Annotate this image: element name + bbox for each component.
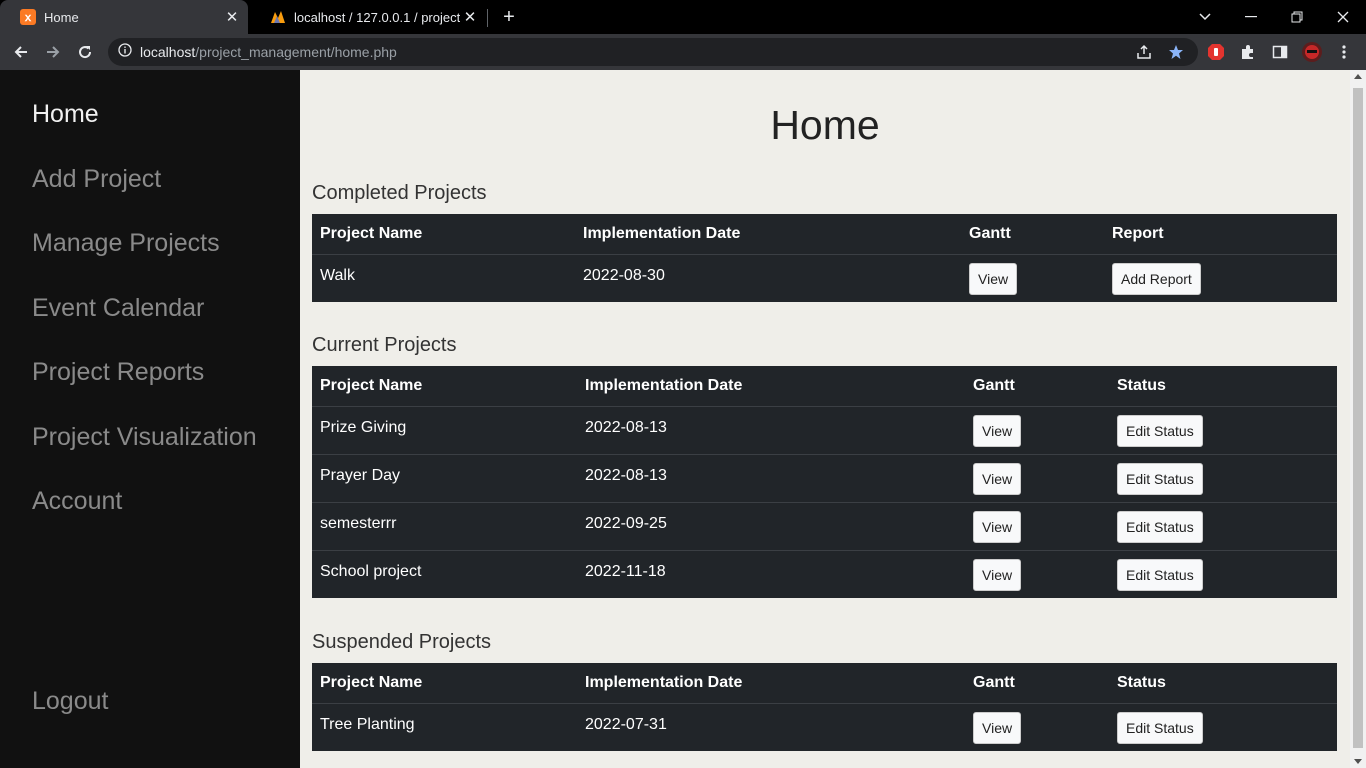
current-projects-table: Project Name Implementation Date Gantt S…	[312, 366, 1337, 598]
table-header-row: Project Name Implementation Date Gantt S…	[312, 663, 1337, 704]
suspended-projects-table: Project Name Implementation Date Gantt S…	[312, 663, 1337, 751]
address-bar[interactable]: localhost/project_management/home.php	[108, 38, 1198, 66]
table-header-row: Project Name Implementation Date Gantt R…	[312, 214, 1337, 255]
implementation-date-cell: 2022-08-30	[575, 253, 961, 302]
page-viewport: Home Add Project Manage Projects Event C…	[0, 70, 1366, 768]
side-panel-icon[interactable]	[1267, 39, 1293, 65]
column-header: Implementation Date	[577, 366, 965, 407]
suspended-projects-heading: Suspended Projects	[312, 631, 492, 653]
tab-title: localhost / 127.0.0.1 / projectmgr	[294, 9, 460, 25]
implementation-date-cell: 2022-11-18	[577, 549, 965, 598]
column-header: Project Name	[312, 214, 575, 255]
table-row: Prize Giving 2022-08-13 View Edit Status	[312, 405, 1337, 454]
table-row: Tree Planting 2022-07-31 View Edit Statu…	[312, 702, 1337, 751]
back-icon[interactable]	[8, 39, 34, 65]
tab-title: Home	[44, 9, 79, 25]
forward-icon[interactable]	[40, 39, 66, 65]
svg-text:ⅹ: ⅹ	[24, 12, 32, 24]
profile-avatar-icon[interactable]	[1299, 39, 1325, 65]
table-row: Prayer Day 2022-08-13 View Edit Status	[312, 453, 1337, 502]
sidebar-item-home[interactable]: Home	[32, 100, 99, 129]
sidebar: Home Add Project Manage Projects Event C…	[0, 70, 300, 768]
column-header: Implementation Date	[577, 663, 965, 704]
gantt-view-button[interactable]: View	[973, 414, 1022, 447]
add-report-button[interactable]: Add Report	[1112, 262, 1201, 295]
browser-menu-icon[interactable]	[1331, 39, 1357, 65]
scroll-up-arrow-icon[interactable]	[1354, 74, 1362, 79]
column-header: Project Name	[312, 366, 577, 407]
current-projects-heading: Current Projects	[312, 334, 457, 356]
close-window-icon[interactable]	[1320, 0, 1366, 34]
site-info-icon[interactable]	[118, 42, 132, 62]
edit-status-button[interactable]: Edit Status	[1117, 510, 1203, 543]
minimize-icon[interactable]	[1228, 0, 1274, 34]
share-icon[interactable]	[1131, 39, 1157, 65]
gantt-view-button[interactable]: View	[973, 510, 1022, 543]
sidebar-item-manage-projects[interactable]: Manage Projects	[32, 229, 220, 258]
edit-status-button[interactable]: Edit Status	[1117, 462, 1203, 495]
sidebar-item-logout[interactable]: Logout	[32, 687, 108, 716]
browser-toolbar: localhost/project_management/home.php	[0, 34, 1366, 70]
extensions-puzzle-icon[interactable]	[1235, 39, 1261, 65]
sidebar-item-project-reports[interactable]: Project Reports	[32, 358, 204, 387]
close-tab-icon[interactable]: ✕	[222, 7, 242, 27]
sidebar-item-account[interactable]: Account	[32, 487, 122, 516]
implementation-date-cell: 2022-08-13	[577, 453, 965, 502]
project-name-cell: Walk	[312, 253, 575, 302]
restore-icon[interactable]	[1274, 0, 1320, 34]
browser-tab-home[interactable]: ⅹ Home ✕	[0, 0, 248, 34]
project-name-cell: Prayer Day	[312, 453, 577, 502]
edit-status-button[interactable]: Edit Status	[1117, 711, 1203, 744]
url-text: localhost/project_management/home.php	[140, 44, 397, 60]
project-name-cell: School project	[312, 549, 577, 598]
gantt-view-button[interactable]: View	[973, 462, 1022, 495]
phpmyadmin-icon	[270, 9, 286, 25]
sidebar-item-project-visualization[interactable]: Project Visualization	[32, 423, 257, 452]
table-row: School project 2022-11-18 View Edit Stat…	[312, 549, 1337, 598]
reload-icon[interactable]	[72, 39, 98, 65]
edit-status-button[interactable]: Edit Status	[1117, 558, 1203, 591]
column-header: Gantt	[961, 214, 1104, 255]
column-header: Status	[1109, 366, 1337, 407]
tab-divider	[487, 9, 488, 27]
tab-search-icon[interactable]	[1182, 0, 1228, 34]
gantt-view-button[interactable]: View	[973, 711, 1022, 744]
column-header: Implementation Date	[575, 214, 961, 255]
sidebar-item-event-calendar[interactable]: Event Calendar	[32, 294, 204, 323]
completed-projects-table: Project Name Implementation Date Gantt R…	[312, 214, 1337, 302]
column-header: Project Name	[312, 663, 577, 704]
scroll-down-arrow-icon[interactable]	[1354, 759, 1362, 764]
completed-projects-heading: Completed Projects	[312, 182, 487, 204]
page-title: Home	[770, 102, 880, 148]
adblock-extension-icon[interactable]	[1203, 39, 1229, 65]
bookmark-star-icon[interactable]	[1163, 39, 1189, 65]
implementation-date-cell: 2022-09-25	[577, 501, 965, 550]
table-row: semesterrr 2022-09-25 View Edit Status	[312, 501, 1337, 550]
gantt-view-button[interactable]: View	[969, 262, 1018, 295]
column-header: Status	[1109, 663, 1337, 704]
project-name-cell: Prize Giving	[312, 405, 577, 454]
table-row: Walk 2022-08-30 View Add Report	[312, 253, 1337, 302]
close-tab-icon[interactable]: ✕	[460, 7, 480, 27]
xampp-icon: ⅹ	[20, 9, 36, 25]
column-header: Gantt	[965, 663, 1109, 704]
project-name-cell: semesterrr	[312, 501, 577, 550]
implementation-date-cell: 2022-07-31	[577, 702, 965, 751]
implementation-date-cell: 2022-08-13	[577, 405, 965, 454]
column-header: Gantt	[965, 366, 1109, 407]
gantt-view-button[interactable]: View	[973, 558, 1022, 591]
main-content: Home Completed Projects Project Name Imp…	[300, 70, 1350, 768]
edit-status-button[interactable]: Edit Status	[1117, 414, 1203, 447]
browser-tab-phpmyadmin[interactable]: localhost / 127.0.0.1 / projectmgr ✕	[250, 0, 486, 34]
table-header-row: Project Name Implementation Date Gantt S…	[312, 366, 1337, 407]
scrollbar-thumb[interactable]	[1353, 88, 1363, 748]
project-name-cell: Tree Planting	[312, 702, 577, 751]
column-header: Report	[1104, 214, 1337, 255]
new-tab-icon[interactable]: +	[498, 6, 520, 28]
vertical-scrollbar[interactable]	[1350, 70, 1366, 768]
sidebar-item-add-project[interactable]: Add Project	[32, 165, 161, 194]
browser-tab-strip: ⅹ Home ✕ localhost / 127.0.0.1 / project…	[0, 0, 1366, 34]
